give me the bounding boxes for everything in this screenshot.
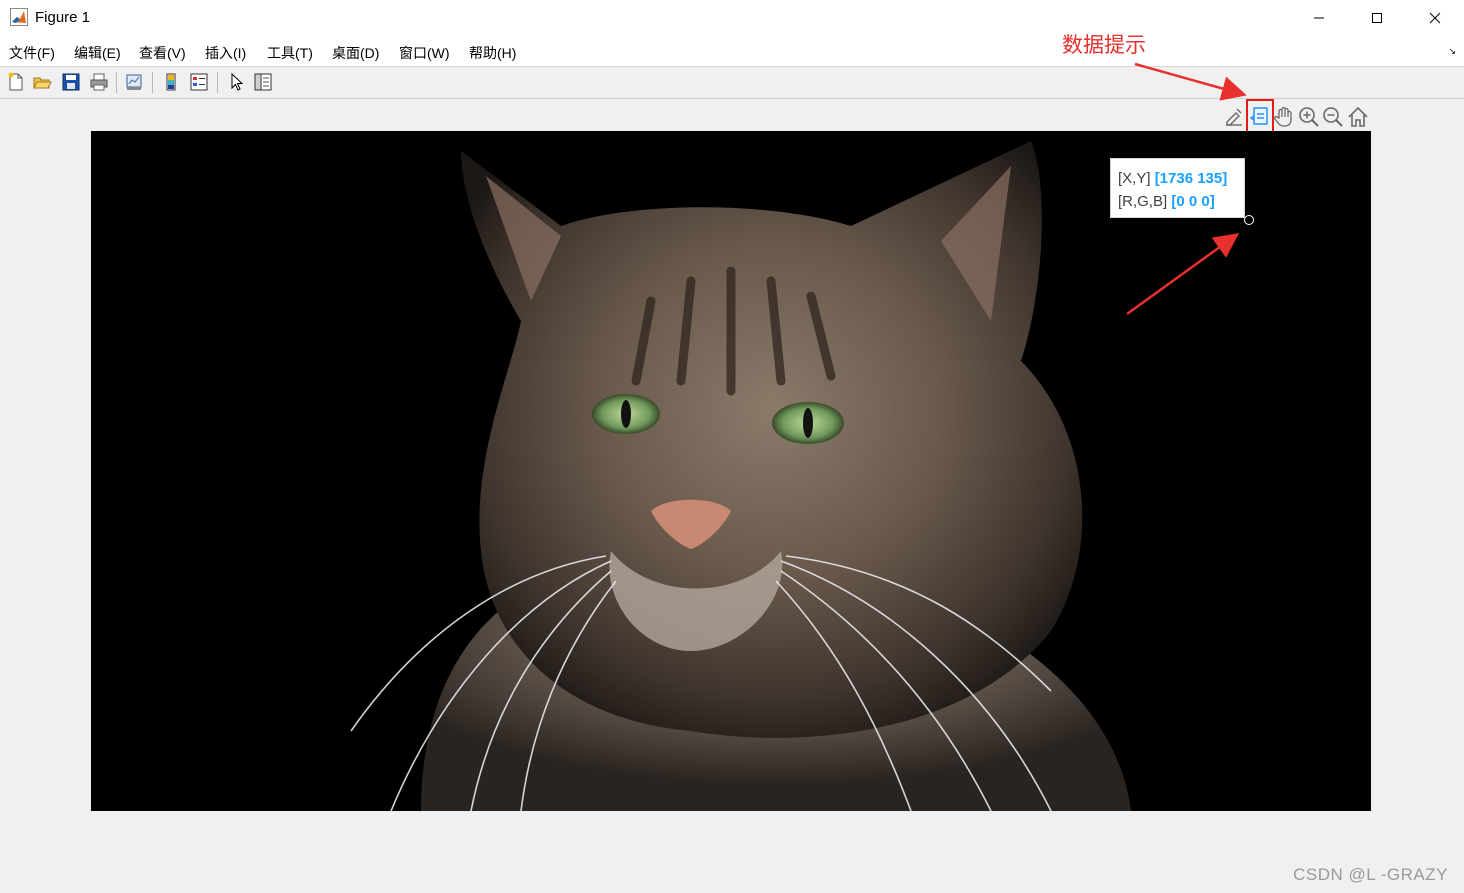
matlab-logo-icon <box>10 8 28 26</box>
annotation-label: 数据提示 <box>1062 33 1146 57</box>
datatip-xy-row: [X,Y] [1736 135] <box>1118 167 1244 190</box>
menu-view[interactable]: 查看(V) <box>139 43 186 63</box>
home-icon <box>1348 106 1368 127</box>
menu-edit[interactable]: 编辑(E) <box>74 43 121 63</box>
toolbar-separator <box>152 72 153 93</box>
brush-icon <box>1226 108 1242 126</box>
toolbar-separator <box>217 72 218 93</box>
window-title: Figure 1 <box>35 9 91 26</box>
menu-file[interactable]: 文件(F) <box>9 43 55 63</box>
colorbar-icon[interactable] <box>161 72 181 92</box>
brush-button[interactable] <box>1222 104 1246 130</box>
cat-photo <box>91 131 1371 811</box>
menu-insert[interactable]: 插入(I) <box>205 43 246 63</box>
pan-icon <box>1274 106 1292 127</box>
open-file-icon[interactable] <box>32 72 52 92</box>
save-icon[interactable] <box>61 72 81 92</box>
toolbar-separator <box>116 72 117 93</box>
menu-bar: 文件(F) 编辑(E) 查看(V) 插入(I) 工具(T) 桌面(D) 窗口(W… <box>0 36 1464 67</box>
image-axes[interactable] <box>91 131 1371 811</box>
watermark: CSDN @L -GRAZY <box>1293 865 1448 884</box>
link-plot-icon[interactable] <box>124 72 144 92</box>
minimize-icon <box>1314 17 1324 19</box>
close-icon <box>1429 12 1441 24</box>
zoom-out-button[interactable] <box>1321 104 1345 130</box>
menu-help[interactable]: 帮助(H) <box>469 43 516 63</box>
dock-arrow-icon[interactable]: ↘ <box>1448 46 1456 57</box>
maximize-button[interactable] <box>1348 0 1406 36</box>
menu-window[interactable]: 窗口(W) <box>399 43 450 63</box>
close-button[interactable] <box>1406 0 1464 36</box>
menu-desktop[interactable]: 桌面(D) <box>332 43 379 63</box>
menu-tools[interactable]: 工具(T) <box>267 43 313 63</box>
print-icon[interactable] <box>89 72 109 92</box>
zoom-in-icon <box>1299 107 1319 127</box>
pointer-icon[interactable] <box>227 72 247 92</box>
new-figure-icon[interactable] <box>6 72 26 92</box>
datatip-xy-label: [X,Y] <box>1118 170 1151 187</box>
zoom-in-button[interactable] <box>1297 104 1321 130</box>
zoom-out-icon <box>1323 107 1343 127</box>
pan-button[interactable] <box>1272 104 1296 130</box>
figure-toolbar <box>0 67 1464 99</box>
datatip-rgb-value: [0 0 0] <box>1171 193 1215 210</box>
maximize-icon <box>1372 13 1382 23</box>
datatip-xy-value: [1736 135] <box>1154 170 1228 187</box>
datatip-popup[interactable]: [X,Y] [1736 135] [R,G,B] [0 0 0] <box>1110 158 1245 218</box>
datatip-marker[interactable] <box>1244 215 1254 225</box>
legend-icon[interactable] <box>189 72 209 92</box>
minimize-button[interactable] <box>1290 0 1348 36</box>
title-bar: Figure 1 <box>0 0 1464 36</box>
home-button[interactable] <box>1346 104 1370 130</box>
property-inspector-icon[interactable] <box>253 72 273 92</box>
datatip-rgb-row: [R,G,B] [0 0 0] <box>1118 190 1244 213</box>
datatip-rgb-label: [R,G,B] <box>1118 193 1168 210</box>
